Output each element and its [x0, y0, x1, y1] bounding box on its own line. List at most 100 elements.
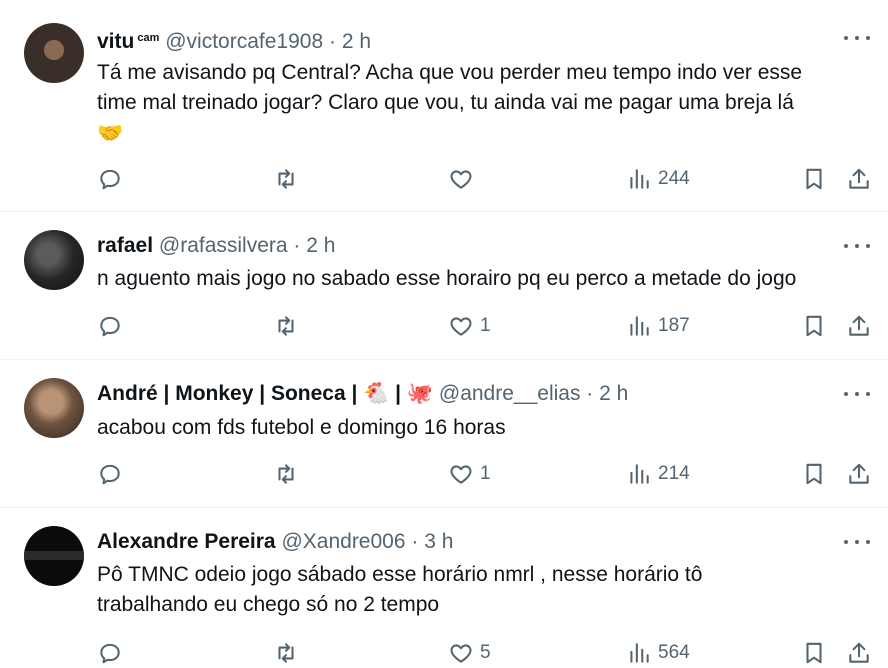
author-name[interactable]: Alexandre Pereira — [97, 530, 276, 553]
author-handle[interactable]: @Xandre006 — [281, 530, 405, 553]
tweet-text-line: time mal treinado jogar? Claro que vou, … — [97, 91, 794, 114]
retweet-button[interactable] — [273, 638, 299, 668]
tweet[interactable]: Alexandre Pereira @Xandre006 · 3 h Pô TM… — [0, 508, 888, 666]
share-button[interactable] — [846, 311, 872, 341]
avatar[interactable] — [24, 23, 84, 83]
share-button[interactable] — [846, 638, 872, 668]
views-icon — [630, 643, 649, 663]
bookmark-icon — [806, 463, 822, 485]
retweet-icon — [278, 643, 294, 663]
tweet-text-line: Pô TMNC odeio jogo sábado esse horário n… — [97, 563, 703, 586]
reply-button[interactable] — [97, 638, 123, 668]
tweet-text-line: Tá me avisando pq Central? Acha que vou … — [97, 61, 803, 84]
avatar[interactable] — [24, 378, 84, 438]
bookmark-button[interactable] — [801, 311, 827, 341]
bookmark-icon — [806, 642, 822, 664]
share-icon — [849, 315, 869, 336]
author-name[interactable]: André | Monkey | Soneca | 🐔 | 🐙 — [97, 382, 433, 405]
share-icon — [849, 168, 869, 189]
avatar[interactable] — [24, 526, 84, 586]
separator-dot: · — [293, 234, 301, 257]
heart-icon — [450, 644, 472, 663]
timestamp[interactable]: 2 h — [342, 30, 371, 53]
tweet-header: Alexandre Pereira @Xandre006 · 3 h — [97, 529, 828, 555]
retweet-button[interactable] — [273, 459, 299, 489]
author-name[interactable]: rafael — [97, 234, 153, 257]
reply-icon — [100, 643, 120, 664]
share-button[interactable] — [846, 164, 872, 194]
action-bar: 1 187 — [0, 311, 888, 341]
heart-icon — [450, 465, 472, 484]
tweet-header: André | Monkey | Soneca | 🐔 | 🐙 @andre__… — [97, 381, 828, 407]
author-handle[interactable]: @andre__elias — [439, 382, 581, 405]
author-name[interactable]: vitu — [97, 30, 134, 53]
timestamp[interactable]: 2 h — [599, 382, 628, 405]
share-icon — [849, 463, 869, 484]
separator-dot: · — [586, 382, 594, 405]
tweet-text-line: acabou com fds futebol e domingo 16 hora… — [97, 416, 506, 439]
views-count: 564 — [658, 642, 690, 663]
like-count: 1 — [480, 463, 491, 484]
like-button[interactable]: 5 — [448, 638, 491, 668]
share-button[interactable] — [846, 459, 872, 489]
bookmark-button[interactable] — [801, 459, 827, 489]
views-button[interactable]: 564 — [626, 638, 690, 668]
bookmark-button[interactable] — [801, 638, 827, 668]
views-icon — [630, 464, 649, 484]
tweet[interactable]: André | Monkey | Soneca | 🐔 | 🐙 @andre__… — [0, 360, 888, 508]
timestamp[interactable]: 3 h — [424, 530, 453, 553]
handshake-emoji: 🤝 — [97, 121, 124, 145]
tweet-text: n aguento mais jogo no sabado esse horai… — [97, 264, 868, 294]
views-button[interactable]: 214 — [626, 459, 690, 489]
like-button[interactable] — [448, 164, 480, 194]
tweet[interactable]: vitu cam @victorcafe1908 · 2 h Tá me avis… — [0, 0, 888, 212]
views-count: 214 — [658, 463, 690, 484]
tweet-text: Pô TMNC odeio jogo sábado esse horário n… — [97, 560, 868, 620]
heart-icon — [450, 170, 472, 189]
retweet-icon — [278, 464, 294, 484]
reply-button[interactable] — [97, 164, 123, 194]
more-icon[interactable] — [844, 384, 870, 404]
reply-button[interactable] — [97, 459, 123, 489]
like-button[interactable]: 1 — [448, 459, 491, 489]
tweet[interactable]: rafael @rafassilvera · 2 h n aguento mai… — [0, 212, 888, 360]
views-count: 244 — [658, 168, 690, 189]
separator-dot: · — [411, 530, 419, 553]
tweet-text-line: trabalhando eu chego só no 2 tempo — [97, 593, 440, 616]
author-handle[interactable]: @rafassilvera — [159, 234, 288, 257]
views-button[interactable]: 244 — [626, 164, 690, 194]
reply-button[interactable] — [97, 311, 123, 341]
tweet-header: vitu cam @victorcafe1908 · 2 h — [97, 25, 828, 55]
author-handle[interactable]: @victorcafe1908 — [165, 30, 323, 53]
action-bar: 244 — [0, 164, 888, 194]
separator-dot: · — [328, 30, 336, 53]
retweet-button[interactable] — [273, 164, 299, 194]
retweet-icon — [278, 169, 294, 189]
tweet-text-line: n aguento mais jogo no sabado esse horai… — [97, 267, 797, 290]
action-bar: 1 214 — [0, 459, 888, 489]
avatar-logo — [24, 551, 84, 560]
like-count: 5 — [480, 642, 491, 663]
more-icon[interactable] — [844, 28, 870, 48]
bookmark-icon — [806, 168, 822, 190]
bookmark-icon — [806, 315, 822, 337]
like-button[interactable]: 1 — [448, 311, 491, 341]
more-icon[interactable] — [844, 236, 870, 256]
more-icon[interactable] — [844, 532, 870, 552]
views-icon — [630, 169, 649, 189]
retweet-button[interactable] — [273, 311, 299, 341]
avatar[interactable] — [24, 230, 84, 290]
like-count: 1 — [480, 315, 491, 336]
tweet-header: rafael @rafassilvera · 2 h — [97, 233, 828, 259]
retweet-icon — [278, 316, 294, 336]
bookmark-button[interactable] — [801, 164, 827, 194]
reply-icon — [100, 316, 120, 337]
timestamp[interactable]: 2 h — [306, 234, 335, 257]
reply-icon — [100, 169, 120, 190]
tweet-text: Tá me avisando pq Central? Acha que vou … — [97, 58, 868, 148]
views-button[interactable]: 187 — [626, 311, 690, 341]
tweet-text: acabou com fds futebol e domingo 16 hora… — [97, 413, 868, 443]
action-bar: 5 564 — [0, 638, 888, 668]
views-icon — [630, 316, 649, 336]
heart-icon — [450, 317, 472, 336]
